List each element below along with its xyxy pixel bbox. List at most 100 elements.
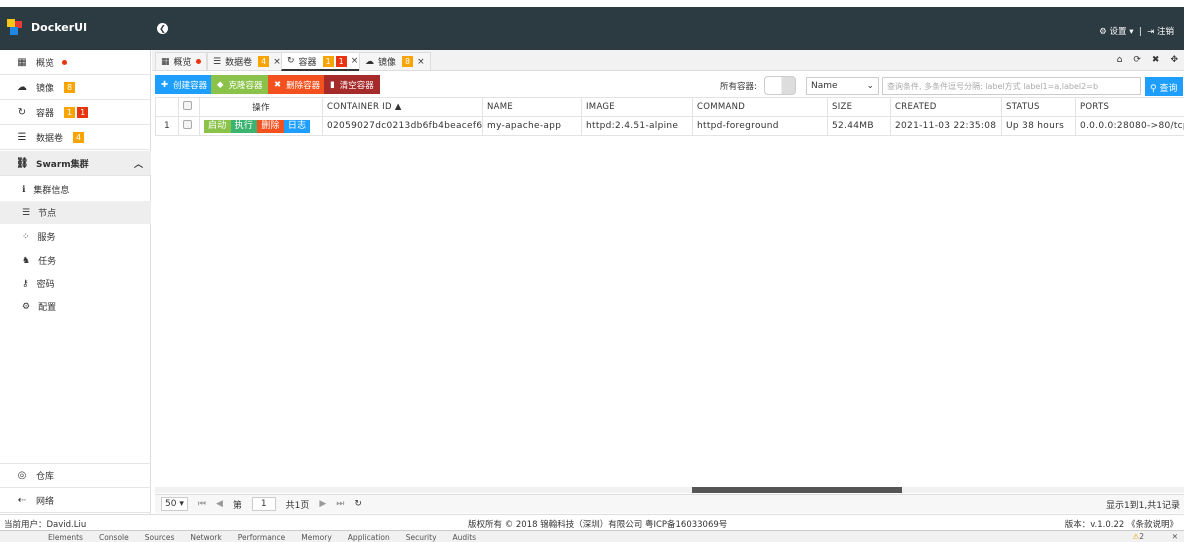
refresh-icon: ↻: [17, 106, 27, 118]
table-row[interactable]: 1 启动执行删除日志 02059027dc0213db6fb4beacef666…: [155, 116, 1184, 136]
badge: 8: [402, 56, 414, 67]
current-user: 当前用户：David.Liu: [4, 520, 87, 530]
home-icon[interactable]: ⌂: [1117, 55, 1123, 65]
prev-page-icon[interactable]: ◀: [216, 499, 223, 509]
trash-icon: ▮: [330, 79, 335, 90]
clone-container-button[interactable]: ◆ 克隆容器: [211, 75, 269, 94]
sidebar-subitem-nodes[interactable]: ☰ 节点: [0, 201, 151, 224]
col-command[interactable]: COMMAND: [692, 97, 828, 117]
sidebar-item-volumes[interactable]: ☰ 数据卷 4: [0, 125, 151, 150]
close-icon[interactable]: ✕: [1172, 532, 1178, 541]
warning-count[interactable]: 2: [1139, 532, 1144, 541]
database-icon: ☰: [213, 56, 222, 67]
sidebar-item-network[interactable]: ⇠ 网络: [0, 488, 151, 513]
field-select[interactable]: Name ⌄: [806, 77, 879, 95]
row-checkbox[interactable]: [178, 116, 200, 136]
all-containers-label: 所有容器:: [720, 82, 757, 92]
sidebar-subitem-services[interactable]: ⁘ 服务: [0, 225, 151, 248]
devtools-tab[interactable]: Elements: [48, 533, 83, 542]
close-icon[interactable]: ×: [273, 57, 281, 67]
sidebar-subitem-secrets[interactable]: ⚷ 密码: [0, 272, 151, 295]
footer: 当前用户：David.Liu 版权所有 © 2018 锦翰科技（深圳）有限公司 …: [0, 514, 1184, 530]
sidebar-subitem-tasks[interactable]: ♞ 任务: [0, 249, 151, 272]
sidebar-item-containers[interactable]: ↻ 容器 1 1: [0, 100, 151, 125]
sitemap-icon: ⛓: [16, 157, 29, 169]
devtools-tab[interactable]: Application: [348, 533, 390, 542]
col-status[interactable]: STATUS: [1001, 97, 1076, 117]
col-ports[interactable]: PORTS: [1075, 97, 1184, 117]
cell-status: Up 38 hours: [1001, 116, 1076, 136]
last-page-icon[interactable]: ⏭: [336, 499, 344, 509]
tab-actions: ⌂ ⟳ ✖ ✥: [1117, 55, 1178, 65]
col-name[interactable]: NAME: [482, 97, 582, 117]
create-container-button[interactable]: ✚ 创建容器: [155, 75, 214, 94]
devtools-tab[interactable]: Console: [99, 533, 129, 542]
exec-button[interactable]: 执行: [230, 119, 258, 133]
close-icon[interactable]: ×: [351, 56, 359, 66]
scrollbar-thumb[interactable]: [692, 487, 902, 493]
logout-link[interactable]: 注销: [1157, 27, 1174, 37]
delete-container-button[interactable]: ✖ 删除容器: [268, 75, 327, 94]
sidebar-group-swarm[interactable]: ⛓ Swarm集群 ︿: [0, 151, 151, 176]
tasks-icon: ♞: [22, 255, 31, 266]
tab-volumes[interactable]: ☰ 数据卷 4 ×: [207, 52, 287, 71]
delete-button[interactable]: 删除: [257, 119, 284, 133]
page-input[interactable]: 1: [251, 497, 276, 511]
chevron-down-icon: ⌄: [866, 81, 874, 91]
devtools-tab[interactable]: Performance: [238, 533, 286, 542]
fullscreen-icon[interactable]: ✥: [1170, 55, 1178, 65]
horizontal-scrollbar[interactable]: [155, 487, 1184, 493]
clear-containers-button[interactable]: ▮ 清空容器: [324, 75, 380, 94]
devtools-tab[interactable]: Memory: [301, 533, 332, 542]
search-button[interactable]: ⚲ 查询: [1145, 77, 1183, 96]
pagination: 50 ▾ ⏮ ◀ 第 1 共1页 ▶ ⏭ ↻ 显示1到1,共1记录: [155, 494, 1184, 513]
plus-icon: ✚: [161, 79, 169, 90]
devtools-tab[interactable]: Audits: [453, 533, 477, 542]
tab-overview[interactable]: ▦ 概览: [155, 52, 207, 71]
sidebar-item-overview[interactable]: ▦ 概览: [0, 50, 151, 75]
badge: 1: [64, 106, 76, 118]
logs-button[interactable]: 日志: [283, 119, 311, 133]
tab-images[interactable]: ☁ 镜像 8 ×: [359, 52, 431, 71]
col-container-id[interactable]: CONTAINER ID ▲: [322, 97, 483, 117]
row-actions: 启动 执行 删除 日志: [199, 116, 323, 136]
page-size-select[interactable]: 50 ▾: [161, 497, 188, 511]
devtools-tab[interactable]: Network: [190, 533, 221, 542]
search-input[interactable]: 查询条件, 多条件逗号分隔: label方式 label1=a,label2=b: [882, 77, 1141, 95]
sidebar-subitem-configs[interactable]: ⚙ 配置: [0, 295, 151, 318]
alert-dot: [62, 59, 68, 65]
col-image[interactable]: IMAGE: [581, 97, 693, 117]
tab-containers[interactable]: ↻ 容器 1 1 ×: [281, 52, 365, 71]
all-containers-toggle[interactable]: [764, 76, 796, 95]
col-created[interactable]: CREATED: [890, 97, 1002, 117]
select-all-checkbox[interactable]: [178, 97, 200, 117]
close-icon[interactable]: ×: [417, 57, 425, 67]
network-icon: ⇠: [17, 494, 27, 506]
brand-name: DockerUI: [31, 21, 88, 34]
cell-name: my-apache-app: [482, 116, 582, 136]
cell-container-id: 02059027dc0213db6fb4beacef666...: [322, 116, 483, 136]
collapse-sidebar-icon[interactable]: ❮: [157, 23, 168, 34]
next-page-icon[interactable]: ▶: [319, 499, 326, 509]
refresh-icon[interactable]: ↻: [354, 499, 362, 509]
badge: 4: [258, 56, 270, 67]
first-page-icon[interactable]: ⏮: [198, 499, 206, 509]
devtools-tab[interactable]: Sources: [145, 533, 175, 542]
server-icon: ☰: [22, 207, 31, 218]
close-icon[interactable]: ✖: [1152, 55, 1160, 65]
devtools-tab[interactable]: Security: [406, 533, 437, 542]
version[interactable]: 版本：v.1.0.22 《条款说明》: [1065, 518, 1178, 530]
table-header: 操作 CONTAINER ID ▲ NAME IMAGE COMMAND SIZ…: [155, 97, 1184, 117]
refresh-icon[interactable]: ⟳: [1133, 55, 1141, 65]
sidebar-item-registry[interactable]: ◎ 仓库: [0, 463, 151, 488]
chevron-up-icon: ︿: [133, 159, 143, 170]
cell-image: httpd:2.4.51-alpine: [581, 116, 693, 136]
col-size[interactable]: SIZE: [827, 97, 891, 117]
sidebar-item-images[interactable]: ☁ 镜像 8: [0, 75, 151, 100]
settings-menu[interactable]: 设置: [1110, 27, 1127, 37]
sidebar-subitem-cluster-info[interactable]: ℹ 集群信息: [0, 178, 151, 201]
header-actions: ⚙ 设置 ▾ | ⇥ 注销: [1099, 27, 1174, 37]
start-button[interactable]: 启动: [204, 119, 231, 133]
cloud-icon: ☁: [17, 81, 27, 93]
containers-table: 操作 CONTAINER ID ▲ NAME IMAGE COMMAND SIZ…: [155, 97, 1184, 136]
